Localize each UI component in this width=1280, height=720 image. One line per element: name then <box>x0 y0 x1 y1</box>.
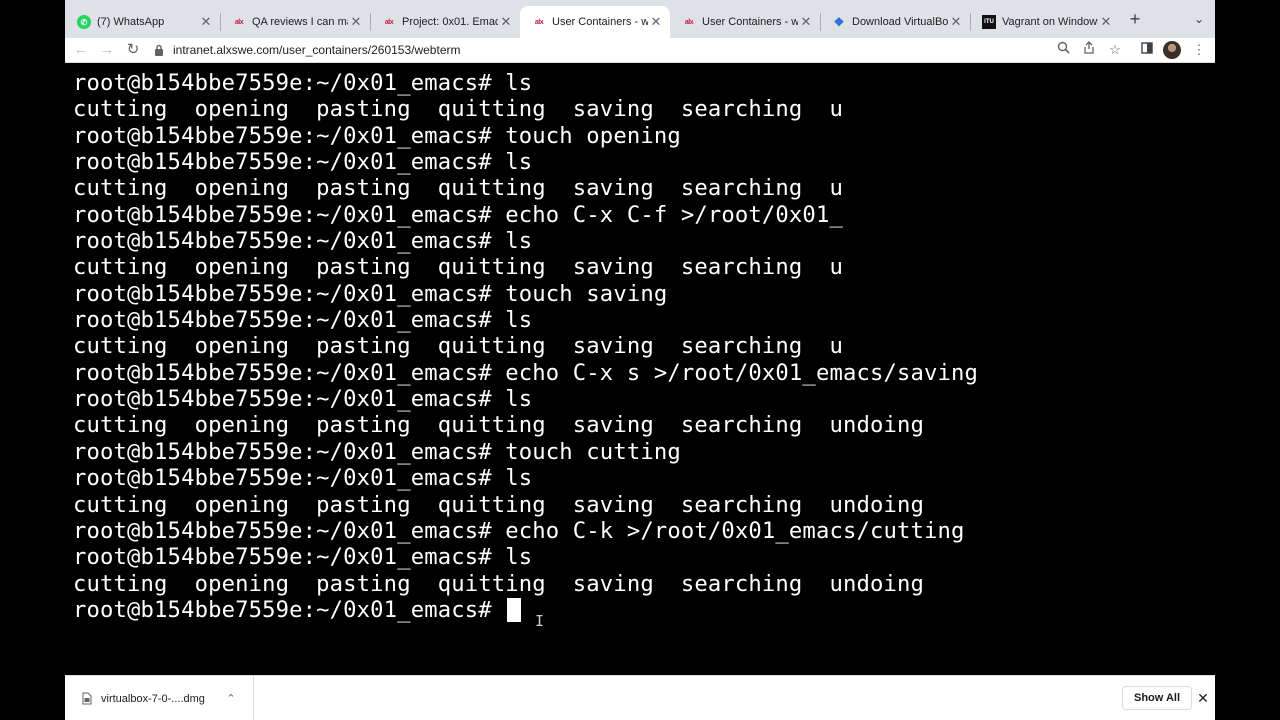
terminal-prompt-line[interactable]: root@b154bbe7559e:~/0x01_emacs# <box>73 597 978 623</box>
close-icon[interactable]: ✕ <box>1193 688 1213 708</box>
file-icon <box>81 692 93 706</box>
zoom-icon[interactable] <box>1053 40 1073 60</box>
profile-avatar[interactable] <box>1163 41 1181 59</box>
side-panel-icon[interactable] <box>1137 40 1157 60</box>
tab-project-emacs[interactable]: alx Project: 0x01. Emacs ✕ <box>370 6 520 38</box>
tab-download-virtualbox[interactable]: ❖ Download VirtualBox ✕ <box>820 6 970 38</box>
browser-window: ✆ (7) WhatsApp ✕ alx QA reviews I can ma… <box>65 0 1215 720</box>
terminal-line: root@b154bbe7559e:~/0x01_emacs# ls <box>73 228 533 255</box>
tab-title: User Containers - we <box>552 16 648 28</box>
show-all-button[interactable]: Show All <box>1122 686 1193 710</box>
terminal-line: root@b154bbe7559e:~/0x01_emacs# ls <box>73 149 533 176</box>
terminal-line: root@b154bbe7559e:~/0x01_emacs# ls <box>73 386 533 413</box>
terminal-line: root@b154bbe7559e:~/0x01_emacs# touch sa… <box>73 280 668 307</box>
terminal-line: root@b154bbe7559e:~/0x01_emacs# echo C-k… <box>73 517 965 544</box>
terminal-line: root@b154bbe7559e:~/0x01_emacs# echo C-x… <box>73 201 843 228</box>
terminal-line: root@b154bbe7559e:~/0x01_emacs# ls <box>73 544 533 571</box>
terminal-line: cutting opening pasting quitting saving … <box>73 570 925 597</box>
terminal-line: root@b154bbe7559e:~/0x01_emacs# touch cu… <box>73 438 681 465</box>
tab-user-containers-active[interactable]: alx User Containers - we ✕ <box>520 6 670 38</box>
close-icon[interactable]: ✕ <box>648 14 664 30</box>
terminal-prompt: root@b154bbe7559e:~/0x01_emacs# <box>73 596 506 623</box>
close-icon[interactable]: ✕ <box>498 14 514 30</box>
tab-title: (7) WhatsApp <box>97 16 165 28</box>
itu-icon: ITU <box>982 15 996 29</box>
tab-vagrant-windows[interactable]: ITU Vagrant on Windows, ✕ <box>970 6 1120 38</box>
terminal-line: cutting opening pasting quitting saving … <box>73 175 843 202</box>
close-icon[interactable]: ✕ <box>798 14 814 30</box>
terminal-line: root@b154bbe7559e:~/0x01_emacs# ls <box>73 465 533 492</box>
tab-qa-reviews[interactable]: alx QA reviews I can mak ✕ <box>220 6 370 38</box>
tab-title: Download VirtualBox <box>852 16 948 28</box>
download-filename: virtualbox-7-0-....dmg <box>101 692 205 705</box>
alx-icon: alx <box>684 18 694 26</box>
virtualbox-icon: ❖ <box>833 15 845 29</box>
bookmark-star-icon[interactable]: ☆ <box>1105 40 1125 60</box>
browser-toolbar: ← → ↻ intranet.alxswe.com/user_container… <box>65 38 1215 63</box>
close-icon[interactable]: ✕ <box>948 14 964 30</box>
tab-title: Vagrant on Windows, <box>1002 16 1098 28</box>
lock-icon <box>153 44 165 56</box>
share-icon[interactable] <box>1079 40 1099 60</box>
alx-icon: alx <box>384 18 394 26</box>
tab-strip: ✆ (7) WhatsApp ✕ alx QA reviews I can ma… <box>65 0 1215 38</box>
chevron-up-icon[interactable]: ⌃ <box>223 692 239 705</box>
close-icon[interactable]: ✕ <box>198 14 214 30</box>
alx-icon: alx <box>534 18 544 26</box>
tab-title: User Containers - we <box>702 16 798 28</box>
new-tab-icon[interactable]: + <box>1125 9 1145 29</box>
terminal-line: root@b154bbe7559e:~/0x01_emacs# ls <box>73 307 533 334</box>
address-bar[interactable]: intranet.alxswe.com/user_containers/2601… <box>153 39 1133 60</box>
alx-icon: alx <box>234 18 244 26</box>
download-bar: virtualbox-7-0-....dmg ⌃ Show All ✕ <box>65 675 1215 720</box>
tab-title: QA reviews I can mak <box>252 16 348 28</box>
terminal-line: cutting opening pasting quitting saving … <box>73 412 925 439</box>
tab-user-containers[interactable]: alx User Containers - we ✕ <box>670 6 820 38</box>
terminal-line: cutting opening pasting quitting saving … <box>73 333 843 360</box>
terminal-line: root@b154bbe7559e:~/0x01_emacs# echo C-x… <box>73 359 979 386</box>
terminal-cursor <box>507 597 522 622</box>
url-text: intranet.alxswe.com/user_containers/2601… <box>173 42 461 57</box>
close-icon[interactable]: ✕ <box>1098 14 1114 30</box>
reload-icon[interactable]: ↻ <box>123 40 143 60</box>
text-cursor-icon: I <box>535 612 545 630</box>
back-arrow-icon[interactable]: ← <box>71 40 91 60</box>
terminal-line: cutting opening pasting quitting saving … <box>73 96 843 123</box>
terminal-output: root@b154bbe7559e:~/0x01_emacs# ls cutti… <box>73 70 978 623</box>
download-item[interactable]: virtualbox-7-0-....dmg ⌃ <box>65 676 254 720</box>
web-terminal[interactable]: root@b154bbe7559e:~/0x01_emacs# ls cutti… <box>65 63 1215 675</box>
whatsapp-icon: ✆ <box>77 15 91 29</box>
more-menu-icon[interactable]: ⋮ <box>1189 40 1209 60</box>
forward-arrow-icon[interactable]: → <box>97 40 117 60</box>
tab-whatsapp[interactable]: ✆ (7) WhatsApp ✕ <box>65 6 220 38</box>
terminal-line: cutting opening pasting quitting saving … <box>73 491 925 518</box>
close-icon[interactable]: ✕ <box>348 14 364 30</box>
tab-title: Project: 0x01. Emacs <box>402 16 498 28</box>
terminal-line: root@b154bbe7559e:~/0x01_emacs# touch op… <box>73 122 681 149</box>
terminal-line: cutting opening pasting quitting saving … <box>73 254 843 281</box>
chevron-down-icon[interactable]: ⌄ <box>1189 9 1209 29</box>
terminal-line: root@b154bbe7559e:~/0x01_emacs# ls <box>73 70 533 96</box>
